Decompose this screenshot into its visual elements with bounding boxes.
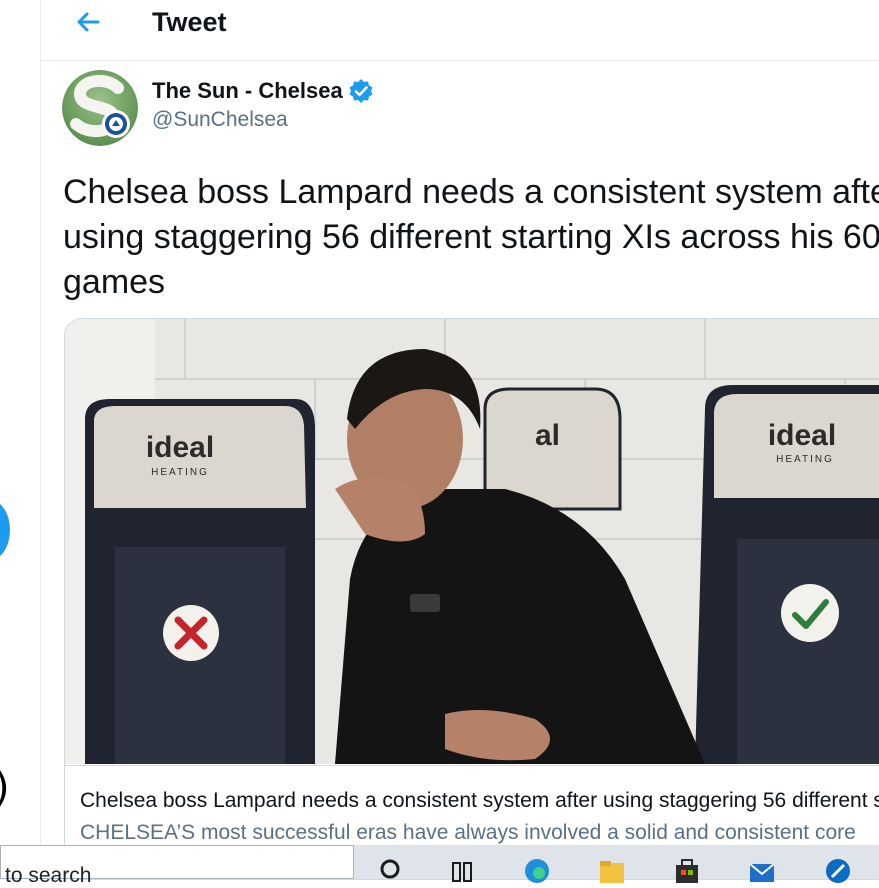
search-icon[interactable] [378, 857, 406, 885]
page-title: Tweet [152, 7, 227, 37]
card-title[interactable]: Chelsea boss Lampard needs a consistent … [80, 789, 879, 813]
svg-text:HEATING: HEATING [151, 467, 209, 478]
file-explorer-icon[interactable] [598, 857, 626, 885]
store-icon[interactable] [673, 857, 701, 885]
author-name-row[interactable]: The Sun - Chelsea [152, 78, 374, 104]
settings-icon[interactable] [824, 857, 852, 885]
left-sidebar: ) [0, 0, 41, 845]
link-card[interactable]: ideal HEATING al ideal HEATING Chelsea b… [64, 318, 879, 880]
svg-text:ideal: ideal [768, 419, 836, 452]
tweet-text-line: games [63, 263, 166, 301]
mail-icon[interactable] [748, 857, 776, 885]
card-description[interactable]: CHELSEA’S most successful eras have alwa… [80, 821, 856, 845]
tweet-text: Chelsea boss Lampard needs a consistent … [63, 170, 879, 305]
svg-text:al: al [535, 419, 560, 452]
taskbar-search-text: to search [5, 864, 92, 887]
tweet-text-line: Chelsea boss Lampard needs a consistent … [63, 173, 879, 211]
svg-text:HEATING: HEATING [776, 454, 834, 465]
the-sun-chelsea-logo-icon [62, 70, 138, 146]
tweet-compose-button[interactable] [0, 500, 10, 560]
tweet-text-line: using staggering 56 different starting X… [63, 218, 879, 256]
verified-badge-icon [349, 79, 373, 103]
author-handle[interactable]: @SunChelsea [152, 108, 288, 132]
taskbar: to search [0, 845, 879, 887]
task-view-icon[interactable] [450, 857, 478, 885]
back-arrow-icon[interactable] [72, 6, 104, 38]
taskbar-search-box[interactable]: to search [0, 845, 354, 887]
card-image[interactable]: ideal HEATING al ideal HEATING [65, 319, 879, 764]
author-display-name[interactable]: The Sun - Chelsea [152, 78, 343, 104]
sidebar-partial-glyph: ) [0, 765, 10, 811]
edge-icon[interactable] [523, 857, 551, 885]
avatar[interactable] [62, 70, 138, 146]
svg-text:ideal: ideal [146, 431, 214, 464]
